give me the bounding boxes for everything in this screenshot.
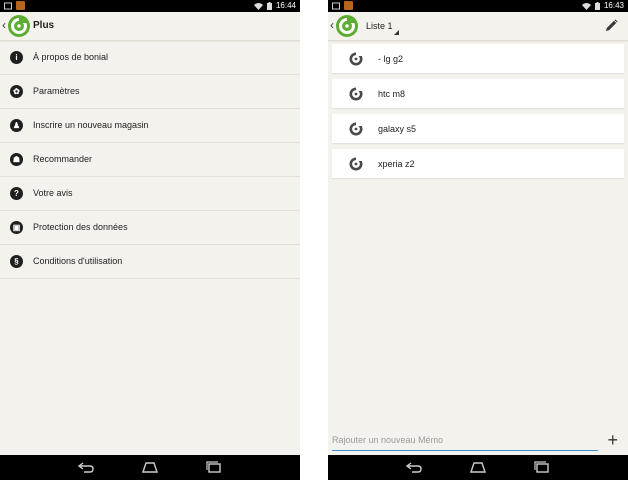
status-time: 16:43 [603,1,624,10]
menu-item-about[interactable]: i À propos de bonial [0,41,300,75]
memo-label: galaxy s5 [378,124,417,134]
menu-item-feedback[interactable]: ? Votre avis [0,177,300,211]
app-notification-icon [344,1,353,10]
menu-item-label: À propos de bonial [33,52,109,62]
status-time: 16:44 [275,1,296,10]
wifi-icon [253,3,263,10]
wifi-icon [581,3,591,10]
memo-logo-icon [349,157,363,171]
menu-item-label: Paramètres [33,86,80,96]
back-nav-icon[interactable] [78,460,94,474]
menu-item-label: Inscrire un nouveau magasin [33,120,149,130]
right-screen: 16:43 ‹ Liste 1 - lg g2 htc m8 galaxy s5… [328,0,628,480]
page-title: Plus [33,20,55,31]
gear-icon: ✿ [10,85,23,98]
navigation-bar [328,455,628,480]
menu-item-label: Recommander [33,154,93,164]
memo-label: xperia z2 [378,159,415,169]
battery-icon [594,2,600,10]
recent-apps-nav-icon[interactable] [206,460,222,474]
dollar-icon: § [10,255,23,268]
memo-list: - lg g2 htc m8 galaxy s5 xperia z2 [332,44,624,184]
memo-item[interactable]: htc m8 [332,79,624,108]
menu-item-label: Votre avis [33,188,73,198]
memo-item[interactable]: xperia z2 [332,149,624,178]
memo-logo-icon [349,122,363,136]
menu-item-settings[interactable]: ✿ Paramètres [0,75,300,109]
home-nav-icon[interactable] [142,460,158,474]
dropdown-caret-icon[interactable] [394,30,399,35]
app-bar: ‹ Plus [0,12,300,41]
memo-logo-icon [349,87,363,101]
battery-icon [266,2,272,10]
memo-label: htc m8 [378,89,406,99]
menu-item-register-store[interactable]: ♟ Inscrire un nouveau magasin [0,109,300,143]
lock-icon: ▣ [10,221,23,234]
status-bar: 16:44 [0,0,300,12]
store-icon: ♟ [10,119,23,132]
app-bar: ‹ Liste 1 [328,12,628,41]
menu-item-label: Conditions d'utilisation [33,256,123,266]
back-chevron-icon[interactable]: ‹ [2,18,6,32]
pencil-edit-icon[interactable] [604,19,618,33]
recent-apps-nav-icon[interactable] [534,460,550,474]
notification-icon [4,2,12,9]
memo-item[interactable]: galaxy s5 [332,114,624,143]
status-bar: 16:43 [328,0,628,12]
memo-logo-icon [349,52,363,66]
menu-item-terms[interactable]: § Conditions d'utilisation [0,245,300,279]
back-chevron-icon[interactable]: ‹ [330,18,334,32]
notification-icon [332,2,340,9]
memo-label: - lg g2 [378,54,404,64]
navigation-bar [0,455,300,480]
info-icon: i [10,51,23,64]
app-notification-icon [16,1,25,10]
bonial-logo-icon[interactable] [7,14,31,38]
home-nav-icon[interactable] [470,460,486,474]
question-icon: ? [10,187,23,200]
menu-item-privacy[interactable]: ▣ Protection des données [0,211,300,245]
add-memo-button[interactable]: + [607,431,618,449]
list-selector[interactable]: Liste 1 [366,21,393,31]
back-nav-icon[interactable] [406,460,422,474]
menu-item-label: Protection des données [33,222,128,232]
memo-item[interactable]: - lg g2 [332,44,624,73]
menu-item-recommend[interactable]: ☗ Recommander [0,143,300,177]
recommend-icon: ☗ [10,153,23,166]
bonial-logo-icon[interactable] [335,14,359,38]
left-screen: 16:44 ‹ Plus i À propos de bonial ✿ Para… [0,0,300,480]
settings-menu: i À propos de bonial ✿ Paramètres ♟ Insc… [0,41,300,279]
new-memo-input[interactable] [332,430,598,451]
